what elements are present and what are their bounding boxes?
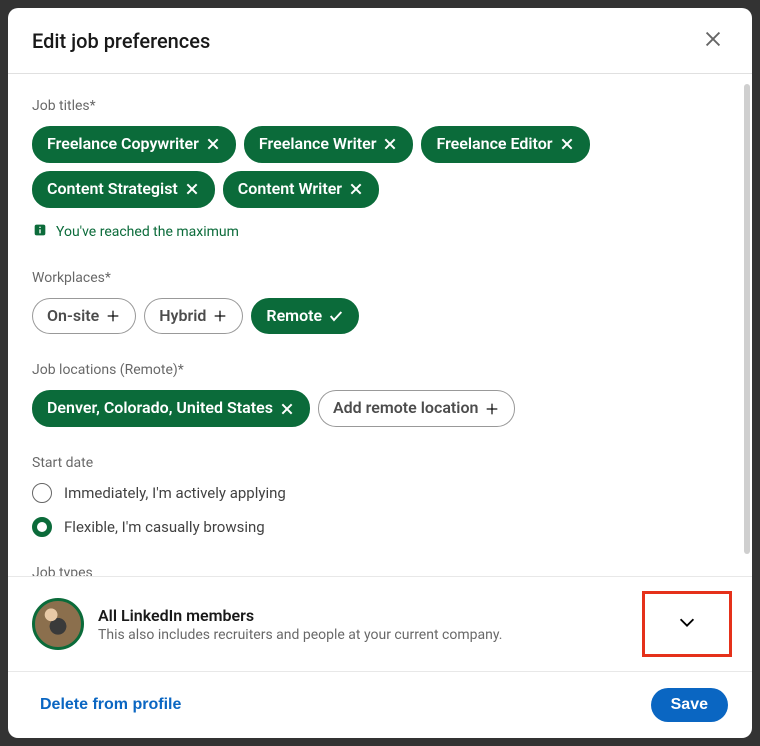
job-title-pill[interactable]: Freelance Editor (421, 126, 589, 163)
job-locations-pills: Denver, Colorado, United States Add remo… (32, 390, 728, 427)
pill-label: Freelance Writer (259, 134, 377, 155)
plus-icon (212, 308, 228, 324)
pill-label: Add remote location (333, 398, 478, 419)
remove-icon (559, 136, 575, 152)
workplaces-label: Workplaces* (32, 270, 728, 286)
visibility-row: All LinkedIn members This also includes … (8, 576, 752, 671)
job-titles-label: Job titles* (32, 98, 728, 114)
max-reached-text: You've reached the maximum (56, 224, 239, 240)
modal-footer: Delete from profile Save (8, 671, 752, 738)
start-date-immediately-option[interactable]: Immediately, I'm actively applying (32, 483, 728, 503)
plus-icon (105, 308, 121, 324)
pill-label: Content Writer (238, 179, 342, 200)
remove-icon (279, 401, 295, 417)
start-date-flexible-option[interactable]: Flexible, I'm casually browsing (32, 517, 728, 537)
close-icon (702, 28, 724, 53)
workplace-hybrid-pill[interactable]: Hybrid (144, 298, 243, 335)
workplace-onsite-pill[interactable]: On-site (32, 298, 136, 335)
radio-label: Flexible, I'm casually browsing (64, 518, 265, 536)
pill-label: Remote (266, 306, 322, 327)
visibility-title: All LinkedIn members (98, 606, 628, 625)
pill-label: Content Strategist (47, 179, 178, 200)
radio-selected-icon (32, 517, 52, 537)
expand-visibility-button[interactable] (642, 591, 732, 657)
job-title-pill[interactable]: Content Writer (223, 171, 379, 208)
edit-job-preferences-modal: Edit job preferences Job titles* Freelan… (8, 8, 752, 738)
add-remote-location-button[interactable]: Add remote location (318, 390, 515, 427)
workplace-remote-pill[interactable]: Remote (251, 298, 359, 335)
remove-icon (382, 136, 398, 152)
start-date-label: Start date (32, 455, 728, 471)
chevron-down-icon (676, 611, 698, 637)
modal-title: Edit job preferences (32, 29, 210, 53)
delete-from-profile-button[interactable]: Delete from profile (32, 690, 189, 720)
job-locations-section: Job locations (Remote)* Denver, Colorado… (32, 362, 728, 427)
visibility-subtitle: This also includes recruiters and people… (98, 627, 628, 643)
save-button[interactable]: Save (651, 688, 728, 722)
job-title-pill[interactable]: Freelance Writer (244, 126, 414, 163)
job-locations-label: Job locations (Remote)* (32, 362, 728, 378)
job-types-section: Job types (32, 565, 728, 576)
scrollbar[interactable] (744, 84, 750, 554)
job-title-pill[interactable]: Freelance Copywriter (32, 126, 236, 163)
workplaces-section: Workplaces* On-site Hybrid Remote (32, 270, 728, 335)
job-titles-section: Job titles* Freelance Copywriter Freelan… (32, 98, 728, 242)
remove-icon (205, 136, 221, 152)
visibility-text: All LinkedIn members This also includes … (98, 606, 628, 643)
check-icon (328, 308, 344, 324)
job-titles-pills: Freelance Copywriter Freelance Writer Fr… (32, 126, 728, 208)
pill-label: Denver, Colorado, United States (47, 398, 273, 419)
avatar (32, 598, 84, 650)
info-icon (32, 222, 48, 242)
modal-header: Edit job preferences (8, 8, 752, 74)
remove-icon (348, 181, 364, 197)
scroll-region: Job titles* Freelance Copywriter Freelan… (32, 98, 728, 576)
max-reached-note: You've reached the maximum (32, 222, 728, 242)
job-title-pill[interactable]: Content Strategist (32, 171, 215, 208)
pill-label: Hybrid (159, 306, 206, 327)
start-date-section: Start date Immediately, I'm actively app… (32, 455, 728, 537)
radio-unselected-icon (32, 483, 52, 503)
modal-body[interactable]: Job titles* Freelance Copywriter Freelan… (8, 74, 752, 576)
plus-icon (484, 401, 500, 417)
close-button[interactable] (698, 24, 728, 57)
radio-label: Immediately, I'm actively applying (64, 484, 286, 502)
job-types-label: Job types (32, 565, 728, 576)
pill-label: Freelance Editor (436, 134, 552, 155)
pill-label: Freelance Copywriter (47, 134, 199, 155)
pill-label: On-site (47, 306, 99, 327)
job-location-pill[interactable]: Denver, Colorado, United States (32, 390, 310, 427)
remove-icon (184, 181, 200, 197)
workplaces-pills: On-site Hybrid Remote (32, 298, 728, 335)
